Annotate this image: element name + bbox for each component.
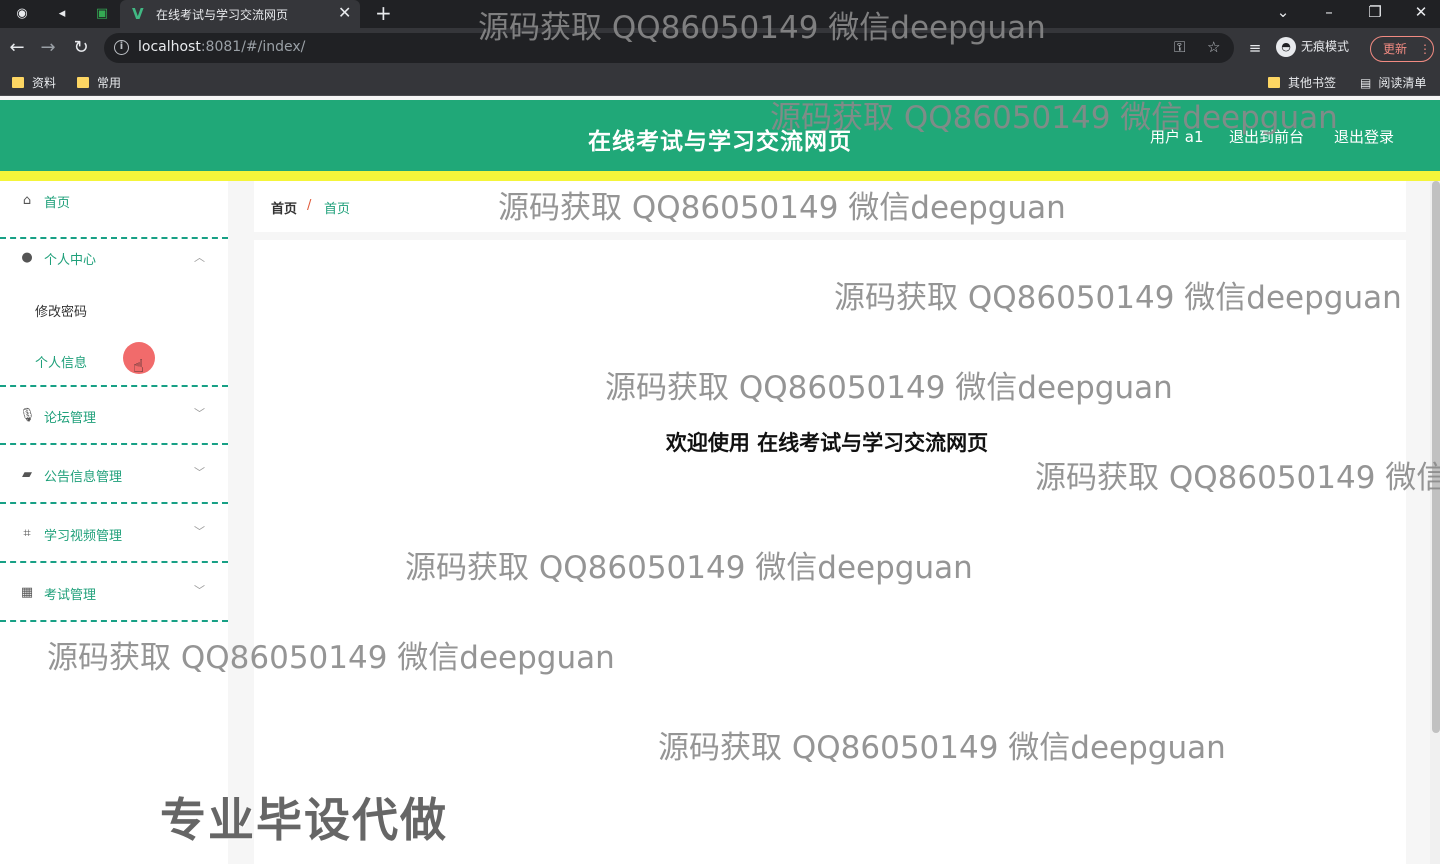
- reading-list-toolbar-icon[interactable]: ≡: [1244, 36, 1266, 60]
- header-accent-band: [0, 171, 1440, 181]
- watermark-text: 源码获取 QQ86050149 微信deepguan: [405, 550, 973, 586]
- site-info-icon[interactable]: i: [114, 40, 129, 55]
- watermark-text: 源码获取 QQ86050149 微信deepguan: [658, 730, 1226, 766]
- forward-icon[interactable]: →: [37, 36, 59, 60]
- url-text[interactable]: localhost:8081/#/index/: [138, 39, 305, 55]
- sidebar-item-video[interactable]: ⌗ 学习视频管理 ﹀: [0, 505, 228, 563]
- watermark-text: 源码获取 QQ86050149 微信deepguan: [834, 280, 1402, 316]
- breadcrumb-current: 首页: [324, 202, 351, 217]
- chevron-down-icon: ﹀: [194, 584, 205, 597]
- microphone-icon: 🎙: [19, 408, 36, 423]
- sheet-tab-icon[interactable]: ▣: [92, 4, 112, 24]
- watermark-text: 源码获取 QQ86050149 微信deepguan: [498, 190, 1066, 226]
- person-icon: ●: [21, 250, 33, 265]
- page-scrollbar[interactable]: [1430, 181, 1440, 864]
- watermark-text: 源码获取 QQ86050149 微信deepguan: [478, 10, 1046, 46]
- close-tab-icon[interactable]: ✕: [338, 4, 351, 22]
- watermark-text: 源码获取 QQ86050149 微信deepguan: [770, 100, 1338, 136]
- bookmark-folder-other[interactable]: 其他书签: [1268, 74, 1336, 91]
- browser-globe-icon[interactable]: ◉: [12, 4, 32, 24]
- incognito-indicator[interactable]: ◓ 无痕模式: [1276, 37, 1349, 59]
- sidebar-item-home[interactable]: ⌂ 首页: [0, 181, 228, 239]
- promo-caption: 专业毕设代做: [160, 793, 448, 847]
- sidebar-item-exam[interactable]: ▦ 考试管理 ﹀: [0, 564, 228, 622]
- bookmark-folder-changyong[interactable]: 常用: [77, 74, 121, 91]
- folder-icon: [12, 77, 24, 88]
- submenu-change-password[interactable]: 修改密码: [35, 301, 87, 320]
- tab-search-chevron-icon[interactable]: ⌄: [1273, 3, 1293, 21]
- sidebar-item-forum[interactable]: 🎙 论坛管理 ﹀: [0, 387, 228, 445]
- key-icon[interactable]: ⚿: [1174, 38, 1185, 56]
- submenu-personal-info[interactable]: 个人信息: [35, 352, 87, 371]
- vue-favicon-icon: V: [132, 5, 144, 23]
- back-icon[interactable]: ←: [6, 36, 28, 60]
- chevron-down-icon: ﹀: [194, 525, 205, 538]
- reload-icon[interactable]: ↻: [70, 36, 92, 60]
- folder-icon: [77, 77, 89, 88]
- minimize-icon[interactable]: –: [1319, 3, 1339, 21]
- crop-icon: ⌗: [23, 526, 31, 541]
- incognito-icon: ◓: [1276, 37, 1296, 57]
- logout-link[interactable]: 退出登录: [1334, 126, 1394, 147]
- active-tab[interactable]: V 在线考试与学习交流网页 ✕: [120, 0, 360, 28]
- sidebar-item-label: 考试管理: [44, 588, 97, 603]
- update-button[interactable]: 更新 ⋮: [1370, 36, 1434, 62]
- sidebar-item-label: 学习视频管理: [44, 529, 123, 544]
- sidebar-item-label: 首页: [44, 196, 71, 211]
- chevron-up-icon: ︿: [194, 251, 205, 264]
- folder-icon: [1268, 77, 1280, 88]
- reading-list-icon: ▤: [1360, 76, 1372, 90]
- chevron-down-icon: ﹀: [194, 407, 205, 420]
- hand-pointer-icon: ☝: [133, 356, 144, 377]
- watermark-text: 源码获取 QQ86050149 微信deepguan: [605, 370, 1173, 406]
- watermark-text: 源码获取 QQ86050149 微信deepguan: [1035, 460, 1440, 496]
- ticket-icon: ▦: [20, 585, 34, 600]
- bookmark-folder-ziliao[interactable]: 资料: [12, 74, 56, 91]
- bookmark-star-icon[interactable]: ☆: [1207, 38, 1220, 56]
- house-icon: ⌂: [22, 193, 32, 208]
- sidebar-item-notice[interactable]: ▰ 公告信息管理 ﹀: [0, 446, 228, 504]
- sidebar-item-label: 公告信息管理: [44, 470, 123, 485]
- watermark-text: 源码获取 QQ86050149 微信deepguan: [47, 640, 615, 676]
- notice-icon: ▰: [22, 467, 32, 482]
- more-menu-icon[interactable]: ⋮: [1419, 37, 1431, 61]
- tab-title: 在线考试与学习交流网页: [156, 8, 289, 22]
- restore-icon[interactable]: ❐: [1365, 3, 1385, 21]
- new-tab-icon[interactable]: +: [375, 2, 392, 24]
- muted-tab-speaker-icon[interactable]: ◂: [52, 4, 72, 24]
- breadcrumb-separator: /: [307, 198, 312, 213]
- sidebar-item-personal-center[interactable]: ● 个人中心 ︿ 修改密码 个人信息: [0, 239, 228, 387]
- reading-list-button[interactable]: ▤ 阅读清单: [1360, 74, 1426, 91]
- sidebar-menu: ⌂ 首页 ● 个人中心 ︿ 修改密码 个人信息 🎙 论坛管理 ﹀ ▰ 公告信息管…: [0, 181, 228, 864]
- sidebar-item-label: 个人中心: [44, 253, 97, 268]
- sidebar-item-label: 论坛管理: [44, 411, 97, 426]
- breadcrumb-root[interactable]: 首页: [271, 198, 297, 217]
- window-close-icon[interactable]: ✕: [1411, 3, 1431, 21]
- chevron-down-icon: ﹀: [194, 466, 205, 479]
